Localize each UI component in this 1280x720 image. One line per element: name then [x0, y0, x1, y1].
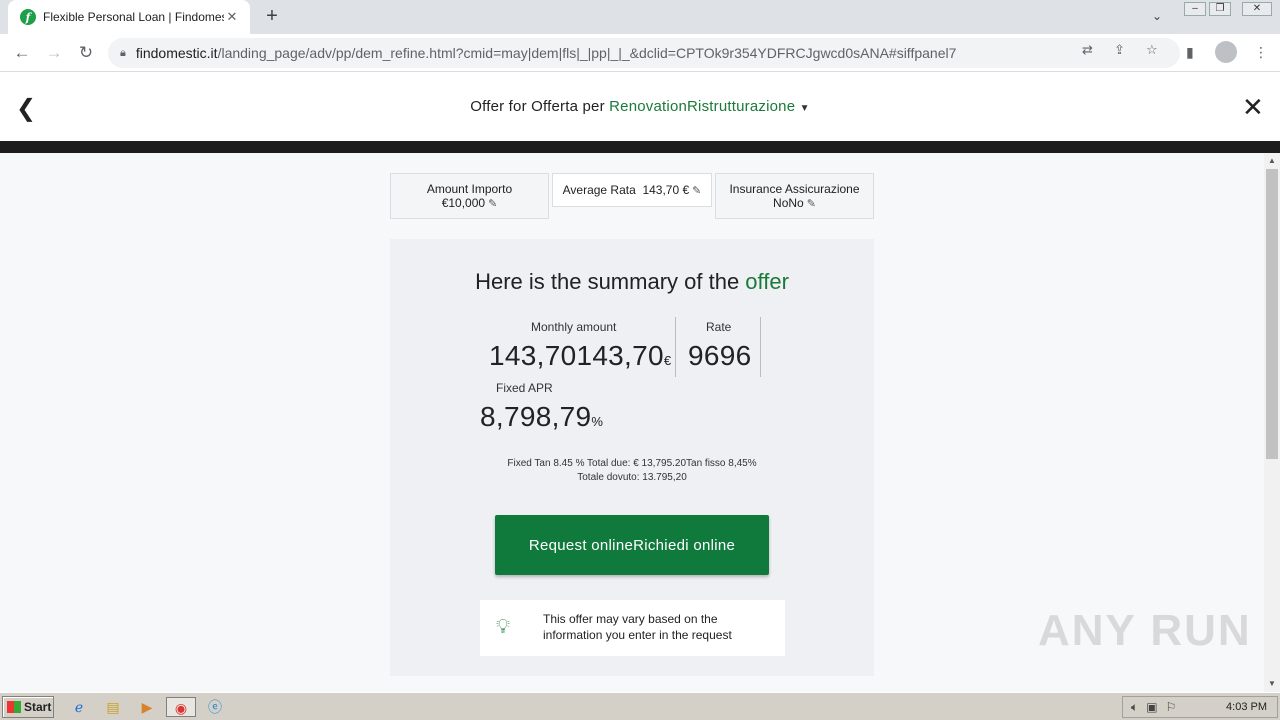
lightbulb-icon: 💡︎ [496, 616, 510, 638]
scroll-down-arrow-icon[interactable]: ▼ [1268, 679, 1276, 688]
tab-close-icon[interactable]: ✕ [224, 9, 240, 25]
windows-taskbar: Start ℯ ▤ ▶ ◉ ⓔ 🔈︎ ▣ ⚐ 4:03 PM [0, 692, 1280, 720]
file-explorer-icon[interactable]: ▤ [102, 697, 124, 717]
tab-strip: f Flexible Personal Loan | Findomestic ✕… [0, 0, 1280, 34]
summary-title: Here is the summary of the offer [390, 269, 874, 295]
start-button[interactable]: Start [2, 696, 54, 718]
bookmark-star-icon[interactable]: ☆ [1146, 42, 1158, 58]
forward-icon[interactable]: → [42, 41, 66, 65]
divider [760, 317, 761, 377]
fixed-apr-number: 8,798,79 [480, 401, 592, 432]
lock-icon[interactable]: 🔒︎ [120, 47, 126, 60]
findomestic-favicon-icon: f [20, 9, 36, 25]
tan-total-note: Fixed Tan 8.45 % Total due: € 13,795.20T… [390, 457, 874, 485]
url-host: findomestic.it [135, 45, 218, 61]
windows-logo-icon [7, 701, 21, 713]
edit-pencil-icon[interactable]: ✎ [692, 185, 701, 197]
back-icon[interactable]: ← [10, 41, 34, 65]
rate-label: Average Rata [562, 183, 636, 197]
edge-icon[interactable]: ⓔ [204, 697, 226, 717]
rate-value: 143,70 € [642, 183, 690, 197]
insurance-value: NoNo [773, 196, 804, 210]
scroll-thumb[interactable] [1266, 169, 1278, 459]
offer-title-prefix: Offer for Offerta per [470, 98, 610, 115]
url-path: /landing_page/adv/pp/dem_refine.html?cmi… [217, 45, 957, 61]
header-divider-band [0, 141, 1280, 153]
new-tab-button[interactable]: + [262, 6, 282, 26]
action-center-flag-icon[interactable]: ⚐ [1166, 700, 1177, 714]
amount-value: €10,000 [441, 196, 486, 210]
site-header: ❮ Offer for Offerta per RenovationRistru… [0, 72, 1280, 141]
volume-icon[interactable]: 🔈︎ [1131, 700, 1138, 715]
amount-param-box[interactable]: Amount Importo €10,000 ✎ [390, 173, 549, 219]
insurance-label: Insurance Assicurazione [729, 182, 860, 196]
start-label: Start [24, 700, 52, 714]
translate-icon[interactable]: ⇄ [1082, 42, 1093, 58]
rate-param-box[interactable]: Average Rata 143,70 € ✎ [552, 173, 712, 207]
system-tray: 🔈︎ ▣ ⚐ 4:03 PM [1122, 696, 1278, 718]
address-bar[interactable]: 🔒︎ findomestic.it /landing_page/adv/pp/d… [108, 38, 1180, 68]
monthly-amount-value: 143,70143,70€ [489, 340, 671, 372]
caret-down-icon: ▼ [799, 103, 810, 114]
rate-count-label: Rate [706, 320, 732, 334]
side-panel-icon[interactable]: ▮ [1186, 44, 1194, 61]
offer-title-purpose: RenovationRistrutturazione [609, 98, 796, 115]
window-close-button[interactable]: ✕ [1242, 2, 1272, 16]
share-icon[interactable]: ⇪ [1114, 42, 1125, 58]
fixed-apr-value: 8,798,79% [480, 401, 603, 433]
request-online-button[interactable]: Request onlineRichiedi online [495, 515, 769, 575]
clock[interactable]: 4:03 PM [1226, 701, 1267, 713]
monthly-amount-number: 143,70143,70 [489, 340, 664, 371]
offer-title[interactable]: Offer for Offerta per RenovationRistrutt… [0, 98, 1280, 115]
offer-info-box: 💡︎ This offer may vary based on the info… [480, 600, 785, 656]
rate-count-value: 9696 [688, 340, 752, 371]
scroll-up-arrow-icon[interactable]: ▲ [1268, 156, 1276, 165]
browser-toolbar: ← → ↻ 🔒︎ findomestic.it /landing_page/ad… [0, 34, 1280, 72]
media-player-icon[interactable]: ▶ [136, 697, 158, 717]
insurance-param-box[interactable]: Insurance Assicurazione NoNo ✎ [715, 173, 874, 219]
browser-tab[interactable]: f Flexible Personal Loan | Findomestic ✕ [8, 0, 250, 34]
tab-title: Flexible Personal Loan | Findomestic [43, 10, 224, 24]
network-icon[interactable]: ▣ [1146, 700, 1157, 714]
monthly-amount-unit: € [663, 353, 672, 368]
amount-label: Amount Importo [426, 182, 513, 196]
edit-pencil-icon[interactable]: ✎ [807, 198, 816, 210]
fixed-apr-label: Fixed APR [496, 381, 553, 395]
reload-icon[interactable]: ↻ [74, 41, 98, 65]
chrome-icon[interactable]: ◉ [166, 697, 196, 717]
summary-title-accent: offer [745, 269, 789, 294]
menu-kebab-icon[interactable]: ⋮ [1254, 44, 1268, 61]
tab-search-chevron-icon[interactable]: ⌄ [1152, 9, 1162, 23]
divider [675, 317, 676, 377]
profile-avatar-icon[interactable] [1215, 41, 1237, 63]
monthly-amount-label: Monthly amount [531, 320, 617, 334]
tan-note-line1: Fixed Tan 8.45 % Total due: € 13,795.20T… [507, 458, 757, 469]
summary-title-prefix: Here is the summary of the [475, 269, 746, 294]
tan-note-line2: Totale dovuto: 13.795,20 [577, 472, 687, 483]
minimize-button[interactable]: – [1184, 2, 1206, 16]
close-icon[interactable]: ✕ [1242, 92, 1264, 123]
page-scrollbar[interactable]: ▲ ▼ [1264, 153, 1280, 692]
offer-summary-card: Here is the summary of the offer Monthly… [390, 239, 874, 676]
internet-explorer-icon[interactable]: ℯ [68, 697, 90, 717]
restore-button[interactable]: ❐ [1209, 2, 1231, 16]
anyrun-watermark: ANY RUN [1038, 606, 1252, 655]
fixed-apr-unit: % [591, 414, 604, 429]
offer-info-text: This offer may vary based on the informa… [543, 612, 732, 642]
edit-pencil-icon[interactable]: ✎ [488, 198, 497, 210]
